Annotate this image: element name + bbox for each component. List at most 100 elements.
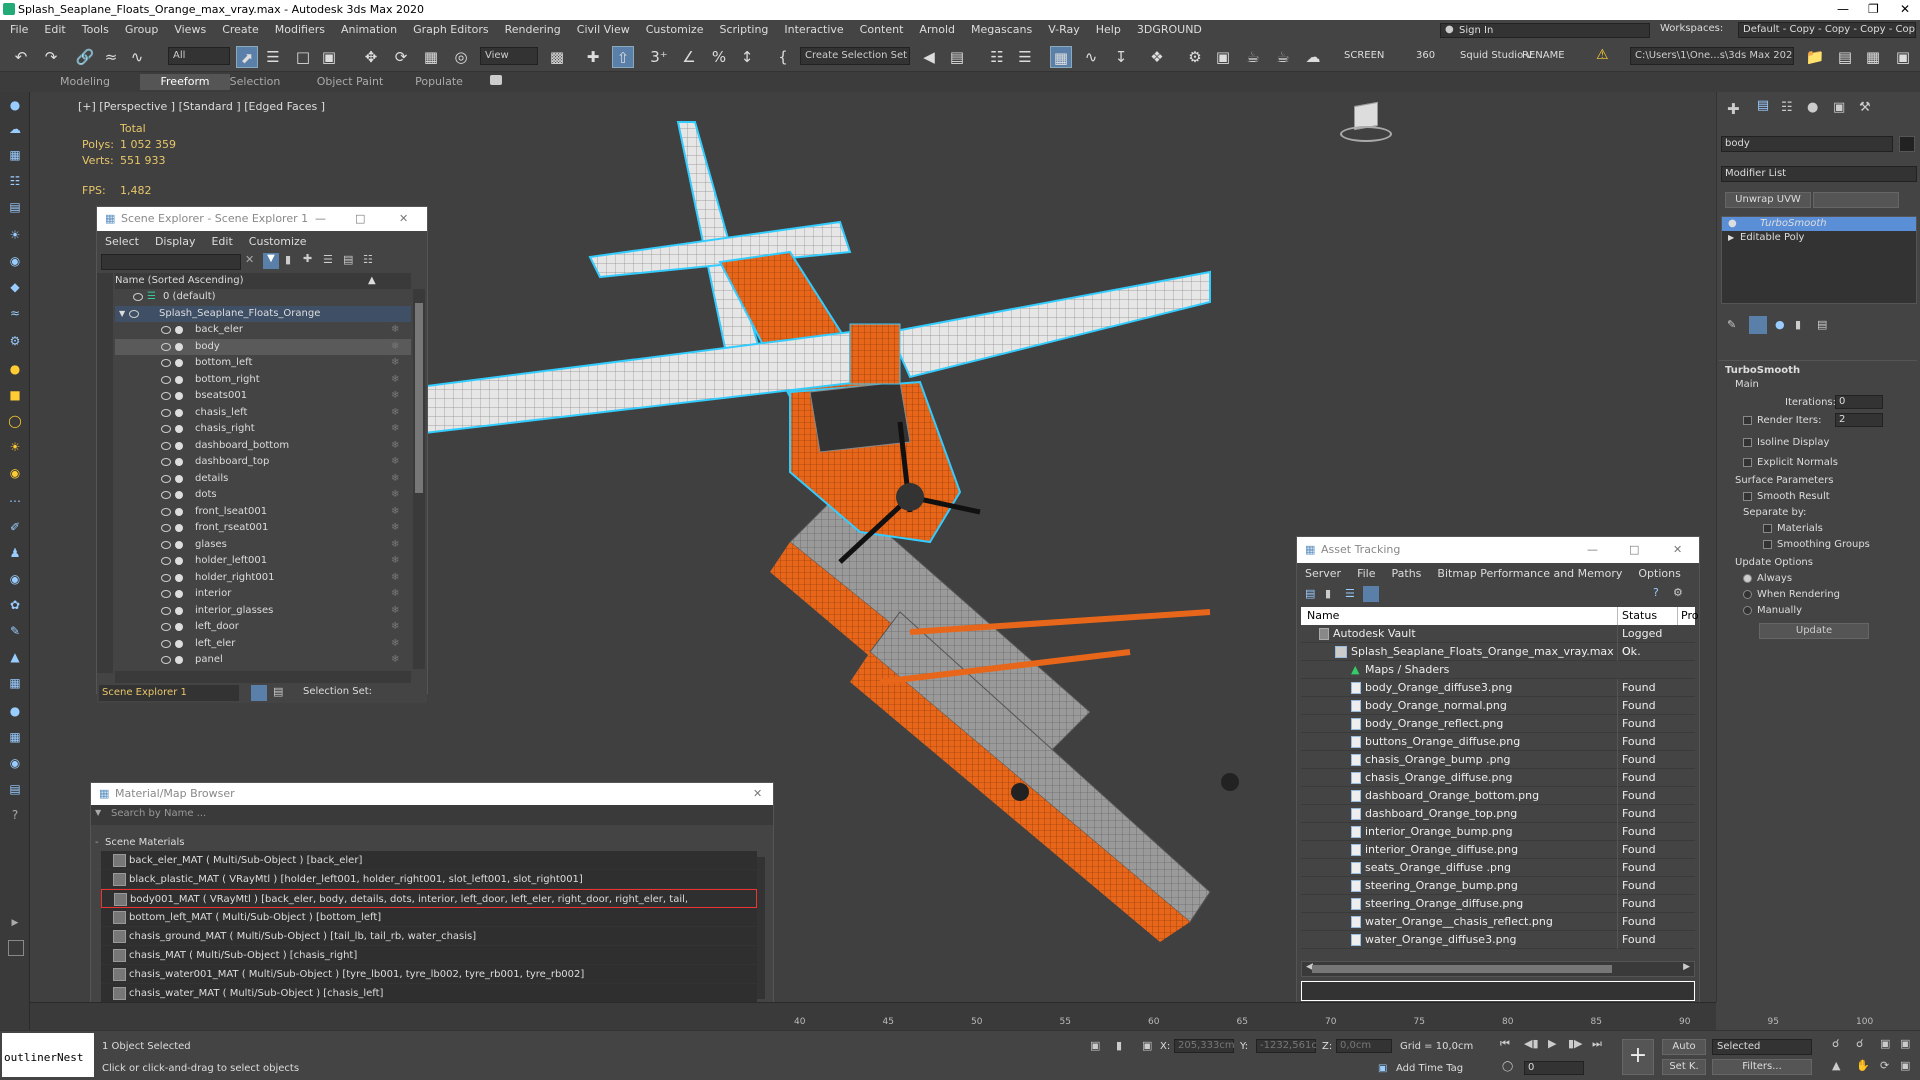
render-icon[interactable]: ☕ [1242,46,1264,68]
at-refresh-icon[interactable]: ▤ [1305,587,1315,600]
menu-animation[interactable]: Animation [333,20,405,40]
keyboard-shortcut-override-icon[interactable]: ⇧ [612,46,634,68]
at-close-icon[interactable]: ✕ [1673,537,1682,563]
edit-named-sets-icon[interactable]: { [772,46,794,68]
render-dot-icon[interactable] [175,656,183,664]
maxscript-listener[interactable]: outlinerNest [2,1033,94,1077]
object-color-swatch[interactable] [1899,136,1915,152]
render-dot-icon[interactable] [175,474,183,483]
se-filter-icon[interactable]: ▼ [263,253,279,269]
pin-stack-icon[interactable]: ✎ [1727,318,1736,331]
menu-interactive[interactable]: Interactive [776,20,851,40]
create-icon[interactable]: ● [6,96,24,114]
spinner-snap-icon[interactable]: ↕ [736,46,758,68]
smoothing-groups-checkbox[interactable] [1763,539,1772,549]
render-dot-icon[interactable] [175,507,183,516]
menu-file[interactable]: File [2,20,36,40]
at-menu-paths[interactable]: Paths [1384,567,1430,580]
render-cloud-icon[interactable]: ☁ [1302,46,1324,68]
se-minimize-icon[interactable]: — [315,207,326,231]
at-list-icon[interactable]: ☰ [1345,587,1355,600]
mb-options-arrow-icon[interactable]: ▼ [95,808,101,817]
render-dot-icon[interactable] [175,392,183,400]
menu-arnold[interactable]: Arnold [911,20,963,40]
materials-checkbox[interactable] [1763,523,1772,533]
render-dot-icon[interactable] [175,441,183,450]
layout-icon[interactable]: ▦ [1862,46,1884,68]
ribbon-toggle-icon[interactable]: ▦ [1050,46,1072,68]
turbosmooth-rollout-title[interactable]: TurboSmooth [1725,365,1800,376]
se-menu-display[interactable]: Display [147,235,204,248]
se-menu-select[interactable]: Select [97,235,147,248]
key-mode-icon[interactable]: ◯ [1502,1061,1513,1072]
schematic-view-icon[interactable]: ↧ [1110,46,1132,68]
screen-label[interactable]: SCREEN [1344,50,1384,61]
se-object-row[interactable]: holder_right001 ❄ [115,570,411,587]
menu-tools[interactable]: Tools [74,20,117,40]
asset-row[interactable]: steering_Orange_diffuse.png Found [1301,895,1695,913]
undo-icon[interactable]: ↶ [10,46,32,68]
frozen-icon[interactable]: ❄ [391,636,399,653]
eye-icon[interactable] [161,392,171,400]
eye-icon[interactable] [161,524,171,532]
frozen-icon[interactable]: ❄ [391,438,399,455]
bind-spacewarp-icon[interactable]: ∿ [126,46,148,68]
material-row[interactable]: black_plastic_MAT ( VRayMtl ) [holder_le… [101,870,757,889]
y-coord-input[interactable]: -1232,561c [1256,1039,1317,1053]
render-iters-checkbox[interactable] [1743,415,1752,425]
se-sort-icon[interactable]: ▤ [273,685,283,698]
se-menu-customize[interactable]: Customize [241,235,315,248]
eye-icon[interactable] [161,359,171,367]
data-icon[interactable]: ▤ [6,780,24,798]
eye-icon[interactable] [161,441,171,450]
rendered-frame-icon[interactable]: ▣ [1212,46,1234,68]
unlink-icon[interactable]: ≈ [100,46,122,68]
eye-icon[interactable] [161,425,171,433]
snaps-toggle-icon[interactable]: 3⁺ [648,46,670,68]
frozen-icon[interactable]: ❄ [391,652,399,669]
iterations-input[interactable]: 0 [1835,395,1883,409]
scene-explorer-titlebar[interactable]: ▦ Scene Explorer - Scene Explorer 1 — □ … [97,207,427,231]
at-vault-row[interactable]: Autodesk Vault Logged O... [1301,625,1695,661]
se-object-row[interactable]: details ❄ [115,471,411,488]
sign-in-box[interactable]: ● Sign In [1440,23,1650,38]
material-row[interactable]: body001_MAT ( VRayMtl ) [back_eler, body… [101,889,757,924]
eye-icon[interactable] [161,590,171,598]
menu-megascans[interactable]: Megascans [963,20,1040,40]
torus-icon[interactable]: ◯ [6,412,24,430]
asset-row[interactable]: seats_Orange_diffuse .png Found [1301,859,1695,877]
at-checkout-icon[interactable]: ▮ [1325,587,1331,600]
frozen-icon[interactable]: ❄ [391,471,399,488]
named-selection-dropdown[interactable]: Create Selection Set [800,47,910,65]
modify-tab-icon[interactable]: ▤ [1753,98,1773,118]
angle-snap-icon[interactable]: ∠ [678,46,700,68]
asset-tracking-titlebar[interactable]: ▦ Asset Tracking — □ ✕ [1297,537,1699,563]
render-dot-icon[interactable] [175,639,183,648]
degree-360-label[interactable]: 360 [1416,50,1435,61]
render-dot-icon[interactable] [175,590,183,598]
light-icon[interactable]: ☀ [6,226,24,244]
orbit-icon[interactable]: ⟳ [1880,1059,1889,1072]
select-object-icon[interactable]: ⬈ [236,46,258,68]
at-col-name[interactable]: Name [1307,607,1339,625]
paint-icon[interactable]: ✎ [6,622,24,640]
rotate-icon[interactable]: ⟳ [390,46,412,68]
create-tab-icon[interactable]: ✚ [1727,100,1740,118]
cylinder-icon[interactable]: ■ [6,386,24,404]
show-end-result-icon[interactable] [1749,316,1767,334]
frozen-icon[interactable]: ❄ [391,553,399,570]
material-row[interactable]: chasis_water001_MAT ( Multi/Sub-Object )… [101,965,757,984]
selection-filter-dropdown[interactable]: All [168,47,230,65]
render-dot-icon[interactable] [175,425,183,433]
systems-icon[interactable]: ⚙ [6,332,24,350]
eye-icon[interactable] [161,491,171,499]
tab-selection[interactable]: Selection [210,74,300,90]
menu-graph-editors[interactable]: Graph Editors [405,20,497,40]
hierarchy-tab-icon[interactable]: ☷ [1781,100,1793,115]
z-coord-input[interactable]: 0,0cm [1336,1039,1392,1053]
se-object-row[interactable]: back_eler ❄ [115,322,411,339]
ball-icon[interactable]: ● [6,702,24,720]
frozen-icon[interactable]: ❄ [391,421,399,438]
zoom-extents-icon[interactable]: ▣ [1880,1037,1890,1050]
mb-scrollbar[interactable] [757,857,765,999]
